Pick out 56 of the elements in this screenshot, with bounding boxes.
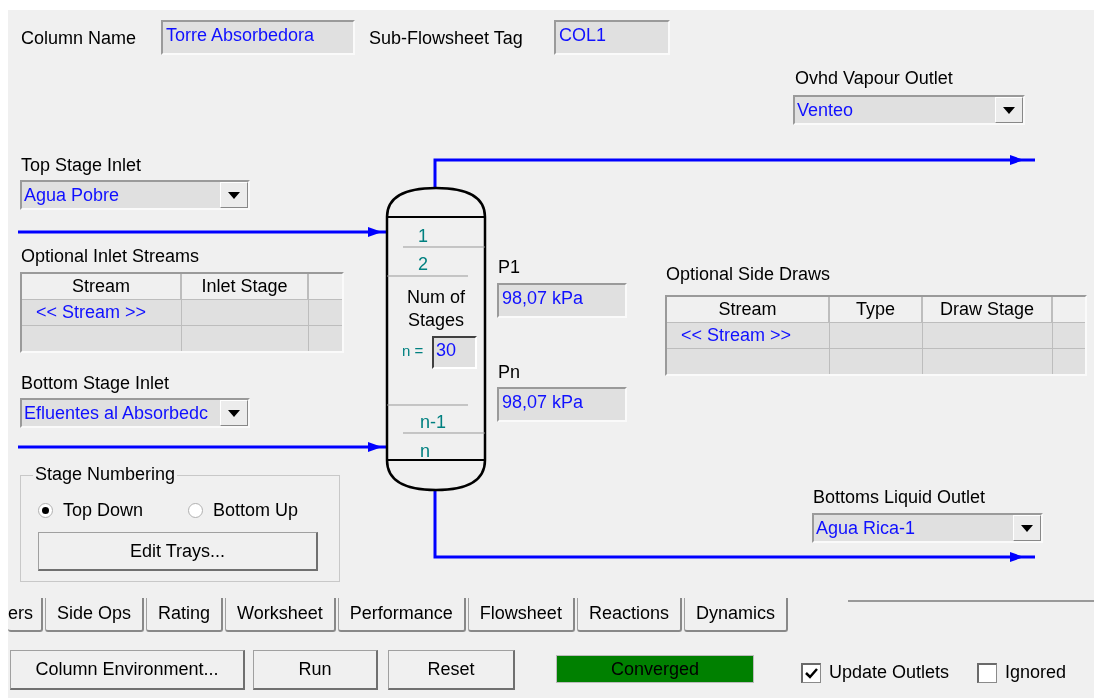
checkbox-label: Ignored xyxy=(1005,662,1067,683)
field-label: Ovhd Vapour Outlet xyxy=(795,67,953,89)
stage-label: 1 xyxy=(418,226,428,246)
tag-field[interactable]: COL1 xyxy=(554,20,670,55)
stage-label: n-1 xyxy=(420,412,446,432)
column-header[interactable]: Draw Stage xyxy=(923,297,1053,322)
table-title: Optional Side Draws xyxy=(666,263,831,285)
checkmark-icon xyxy=(805,667,818,679)
stage-label: n xyxy=(420,441,430,461)
radio-label: Top Down xyxy=(63,500,144,521)
column-header[interactable]: Type xyxy=(830,297,923,322)
tab[interactable]: Flowsheet xyxy=(467,598,575,632)
table-title: Optional Inlet Streams xyxy=(21,245,200,267)
field-label: Sub-Flowsheet Tag xyxy=(369,27,523,49)
action-button[interactable]: Column Environment... xyxy=(10,650,245,690)
table-cell[interactable]: << Stream >> xyxy=(22,300,182,325)
column-name-field[interactable]: Torre Absorbedora xyxy=(161,20,355,55)
field-label: Column Name xyxy=(21,27,137,49)
field-label: Bottoms Liquid Outlet xyxy=(813,486,986,508)
column-header[interactable] xyxy=(309,274,342,299)
inlet-dropdown[interactable]: Efluentes al Absorbedc xyxy=(20,398,250,428)
checkbox[interactable] xyxy=(977,662,997,683)
checkbox[interactable] xyxy=(801,662,821,683)
tab[interactable]: Reactions xyxy=(576,598,682,632)
stages-label: Num of Stages xyxy=(406,286,466,332)
pressure-field[interactable]: 98,07 kPa xyxy=(497,283,627,318)
n-label: n = xyxy=(402,341,424,361)
outlet-dropdown[interactable]: Venteo xyxy=(793,95,1025,125)
pressure-label: P1 xyxy=(498,256,521,278)
tab[interactable]: Performance xyxy=(337,598,466,632)
stage-label: 2 xyxy=(418,254,428,274)
outlet-dropdown[interactable]: Agua Rica-1 xyxy=(812,513,1043,543)
column-header[interactable]: Inlet Stage xyxy=(182,274,309,299)
checkbox-label: Update Outlets xyxy=(829,662,950,683)
table-cell[interactable]: << Stream >> xyxy=(667,323,830,348)
inlet-dropdown[interactable]: Agua Pobre xyxy=(20,180,250,210)
tab[interactable]: Worksheet xyxy=(225,598,336,632)
pressure-label: Pn xyxy=(498,361,521,383)
tab[interactable]: Side Ops xyxy=(45,598,145,632)
action-button[interactable]: Reset xyxy=(388,650,515,690)
edit-trays-button[interactable]: Edit Trays... xyxy=(38,532,318,571)
status-indicator: Converged xyxy=(556,655,754,683)
pressure-field[interactable]: 98,07 kPa xyxy=(497,387,627,422)
tab[interactable]: Dynamics xyxy=(683,598,788,632)
field-label: Bottom Stage Inlet xyxy=(21,372,170,394)
radio-button[interactable] xyxy=(38,503,53,518)
column-header[interactable] xyxy=(1053,297,1085,322)
field-label: Top Stage Inlet xyxy=(21,154,142,176)
action-button[interactable]: Run xyxy=(253,650,378,690)
num-stages-field[interactable]: 30 xyxy=(432,336,477,369)
column-header[interactable]: Stream xyxy=(667,297,830,322)
column-header[interactable]: Stream xyxy=(22,274,182,299)
tab[interactable]: ers xyxy=(8,598,43,632)
tab[interactable]: Rating xyxy=(146,598,224,632)
radio-button[interactable] xyxy=(188,503,203,518)
radio-label: Bottom Up xyxy=(213,500,299,521)
